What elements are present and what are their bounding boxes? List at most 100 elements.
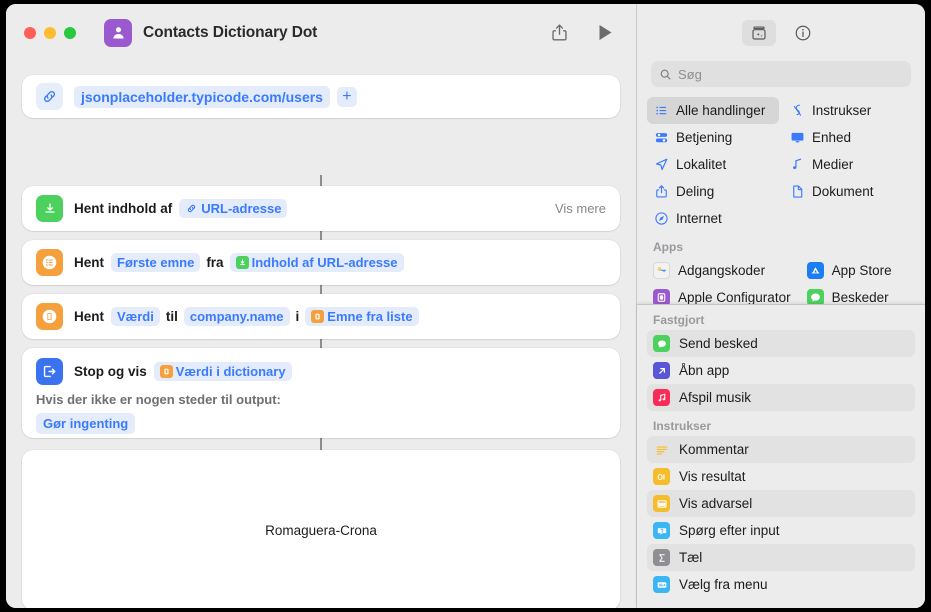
apps-grid: Adgangskoder App Store Apple Configurato…: [637, 257, 925, 311]
contacts-person-icon: [104, 18, 132, 47]
param-key-path[interactable]: company.name: [183, 307, 290, 326]
add-url-button[interactable]: +: [336, 86, 357, 107]
safari-compass-icon: [653, 211, 669, 226]
no-output-value-button[interactable]: Gør ingenting: [36, 413, 136, 434]
action-library-icon[interactable]: [742, 19, 776, 46]
no-output-label: Hvis der ikke er nogen steder til output…: [36, 392, 281, 407]
scripting-label: Kommentar: [679, 442, 749, 457]
info-circle-icon[interactable]: [786, 20, 820, 46]
pinned-section-header: Fastgjort: [653, 313, 705, 327]
sidebar-item-label: Instrukser: [812, 103, 872, 118]
app-label: Apple Configurator: [678, 290, 791, 305]
token-label: Indhold af URL-adresse: [251, 255, 398, 270]
traffic-lights: [24, 26, 76, 39]
sidebar-item-instrukser[interactable]: Instrukser: [783, 97, 915, 124]
token-item-from-list[interactable]: Emne fra liste: [305, 307, 419, 326]
token-url-adresse[interactable]: URL-adresse: [179, 199, 288, 218]
scripting-item-vaelg-fra-menu[interactable]: Vælg fra menu: [647, 571, 915, 598]
display-icon: [789, 130, 805, 145]
action-title: Hent: [74, 309, 104, 324]
connector-word: i: [295, 309, 300, 324]
sidebar-item-label: Dokument: [812, 184, 874, 199]
music-app-icon: [653, 389, 670, 406]
scripting-label: Tæl: [679, 550, 703, 565]
token-label: Værdi i dictionary: [175, 363, 286, 379]
sidebar-item-lokalitet[interactable]: Lokalitet: [647, 151, 779, 178]
sidebar-item-label: Medier: [812, 157, 854, 172]
sidebar-item-internet[interactable]: Internet: [647, 205, 779, 232]
action-title: Hent indhold af: [74, 201, 173, 216]
action-library-sidebar: Søg Alle handlinger Instrukser Betjening…: [636, 4, 925, 608]
sidebar-item-dokument[interactable]: Dokument: [783, 178, 915, 205]
show-more-button[interactable]: Vis mere: [555, 201, 606, 216]
action-get-contents[interactable]: Hent indhold af URL-adresse Vis mere: [22, 186, 620, 231]
scripting-label: Vis advarsel: [679, 496, 753, 511]
share-icon: [653, 184, 669, 199]
download-content-icon: [235, 256, 249, 269]
param-first-item[interactable]: Første emne: [111, 253, 201, 272]
search-input[interactable]: Søg: [651, 61, 911, 87]
action-title: Stop og vis: [74, 363, 147, 379]
pinned-label: Afspil musik: [679, 390, 752, 405]
param-value[interactable]: Værdi: [111, 307, 160, 326]
pinned-label: Åbn app: [679, 363, 730, 378]
sidebar-item-label: Internet: [676, 211, 722, 226]
close-button[interactable]: [24, 26, 36, 39]
result-preview-panel: Romaguera-Crona: [22, 450, 620, 608]
run-button[interactable]: [590, 20, 620, 46]
scripting-label: Vis resultat: [679, 469, 746, 484]
pinned-item-send-besked[interactable]: Send besked: [647, 330, 915, 357]
sidebar-item-label: Deling: [676, 184, 715, 199]
app-item-app-store[interactable]: App Store: [801, 257, 915, 284]
action-title: Hent: [74, 255, 104, 270]
token-dictionary-value[interactable]: Værdi i dictionary: [153, 361, 292, 381]
dictionary-icon: [311, 310, 325, 323]
scripting-item-sporg-efter-input[interactable]: Spørg efter input: [647, 517, 915, 544]
scripting-item-kommentar[interactable]: Kommentar: [647, 436, 915, 463]
pinned-item-afspil-musik[interactable]: Afspil musik: [647, 384, 915, 411]
shortcuts-window: Contacts Dictionary Dot jsonplaceholder.…: [6, 4, 925, 608]
pinned-item-abn-app[interactable]: Åbn app: [647, 357, 915, 384]
passwords-app-icon: [653, 262, 670, 279]
show-alert-icon: [653, 495, 670, 512]
url-value-field[interactable]: jsonplaceholder.typicode.com/users: [74, 85, 330, 108]
action-get-dictionary-value[interactable]: Hent Værdi til company.name i Emne fra l…: [22, 294, 620, 339]
result-text: Romaguera-Crona: [265, 522, 377, 538]
minimize-button[interactable]: [44, 26, 56, 39]
scripting-icon: [789, 103, 805, 118]
share-button[interactable]: [544, 20, 574, 46]
scripting-section-header: Instrukser: [653, 419, 712, 433]
sidebar-item-label: Betjening: [676, 130, 733, 145]
dictionary-icon: [36, 303, 63, 330]
messages-app-icon: [653, 335, 670, 352]
window-titlebar: Contacts Dictionary Dot: [6, 4, 636, 61]
show-result-icon: [653, 468, 670, 485]
sidebar-item-deling[interactable]: Deling: [647, 178, 779, 205]
pinned-label: Send besked: [679, 336, 758, 351]
download-content-icon: [36, 195, 63, 222]
sidebar-item-alle-handlinger[interactable]: Alle handlinger: [647, 97, 779, 124]
category-grid: Alle handlinger Instrukser Betjening Enh…: [637, 97, 925, 232]
sidebar-item-betjening[interactable]: Betjening: [647, 124, 779, 151]
scripting-label: Spørg efter input: [679, 523, 780, 538]
app-store-icon: [806, 262, 824, 279]
action-get-item-from-list[interactable]: Hent Første emne fra Indhold af URL-adre…: [22, 240, 620, 285]
pinned-and-scripting-panel: Fastgjort Send besked Åbn app Afspil mus…: [637, 304, 925, 608]
link-icon: [185, 202, 198, 215]
action-stop-and-output[interactable]: Stop og vis Værdi i dictionary Hvis der …: [22, 348, 620, 438]
sidebar-item-enhed[interactable]: Enhed: [783, 124, 915, 151]
app-item-adgangskoder[interactable]: Adgangskoder: [647, 257, 797, 284]
apps-section-header: Apps: [653, 240, 683, 254]
zoom-button[interactable]: [64, 26, 76, 39]
page-title: Contacts Dictionary Dot: [143, 23, 318, 41]
actions-canvas: jsonplaceholder.typicode.com/users + Hen…: [6, 61, 636, 608]
token-url-contents[interactable]: Indhold af URL-adresse: [229, 253, 404, 272]
action-url[interactable]: jsonplaceholder.typicode.com/users +: [22, 75, 620, 118]
sidebar-item-label: Alle handlinger: [676, 103, 766, 118]
scripting-item-tael[interactable]: Tæl: [647, 544, 915, 571]
scripting-item-vis-advarsel[interactable]: Vis advarsel: [647, 490, 915, 517]
stop-and-output-icon: [36, 357, 63, 385]
sidebar-item-medier[interactable]: Medier: [783, 151, 915, 178]
scripting-item-vis-resultat[interactable]: Vis resultat: [647, 463, 915, 490]
search-placeholder: Søg: [678, 66, 702, 82]
